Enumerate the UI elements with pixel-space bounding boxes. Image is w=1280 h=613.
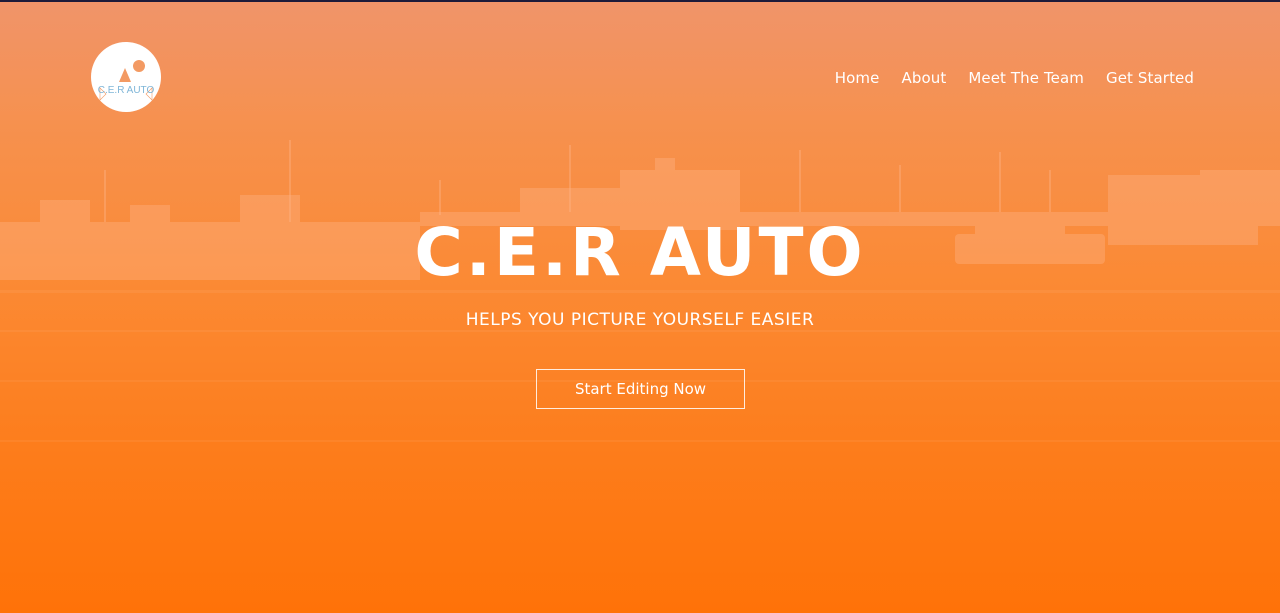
logo-icon: C.E.R AUTO — [91, 42, 161, 112]
hero-tagline: HELPS YOU PICTURE YOURSELF EASIER — [465, 310, 815, 330]
nav-get-started[interactable]: Get Started — [1106, 66, 1194, 90]
nav-home[interactable]: Home — [835, 66, 880, 90]
brand-logo[interactable]: C.E.R AUTO — [91, 42, 161, 112]
nav-about[interactable]: About — [901, 66, 946, 90]
logo-text: C.E.R AUTO — [98, 85, 155, 96]
nav-meet-the-team[interactable]: Meet The Team — [968, 66, 1084, 90]
start-editing-button[interactable]: Start Editing Now — [536, 369, 745, 409]
hero-title: C.E.R AUTO — [414, 214, 866, 291]
main-nav: Home About Meet The Team Get Started — [835, 66, 1194, 90]
hero-section: C.E.R AUTO Home About Meet The Team Get … — [0, 0, 1280, 613]
hero-background-image — [0, 140, 1280, 442]
